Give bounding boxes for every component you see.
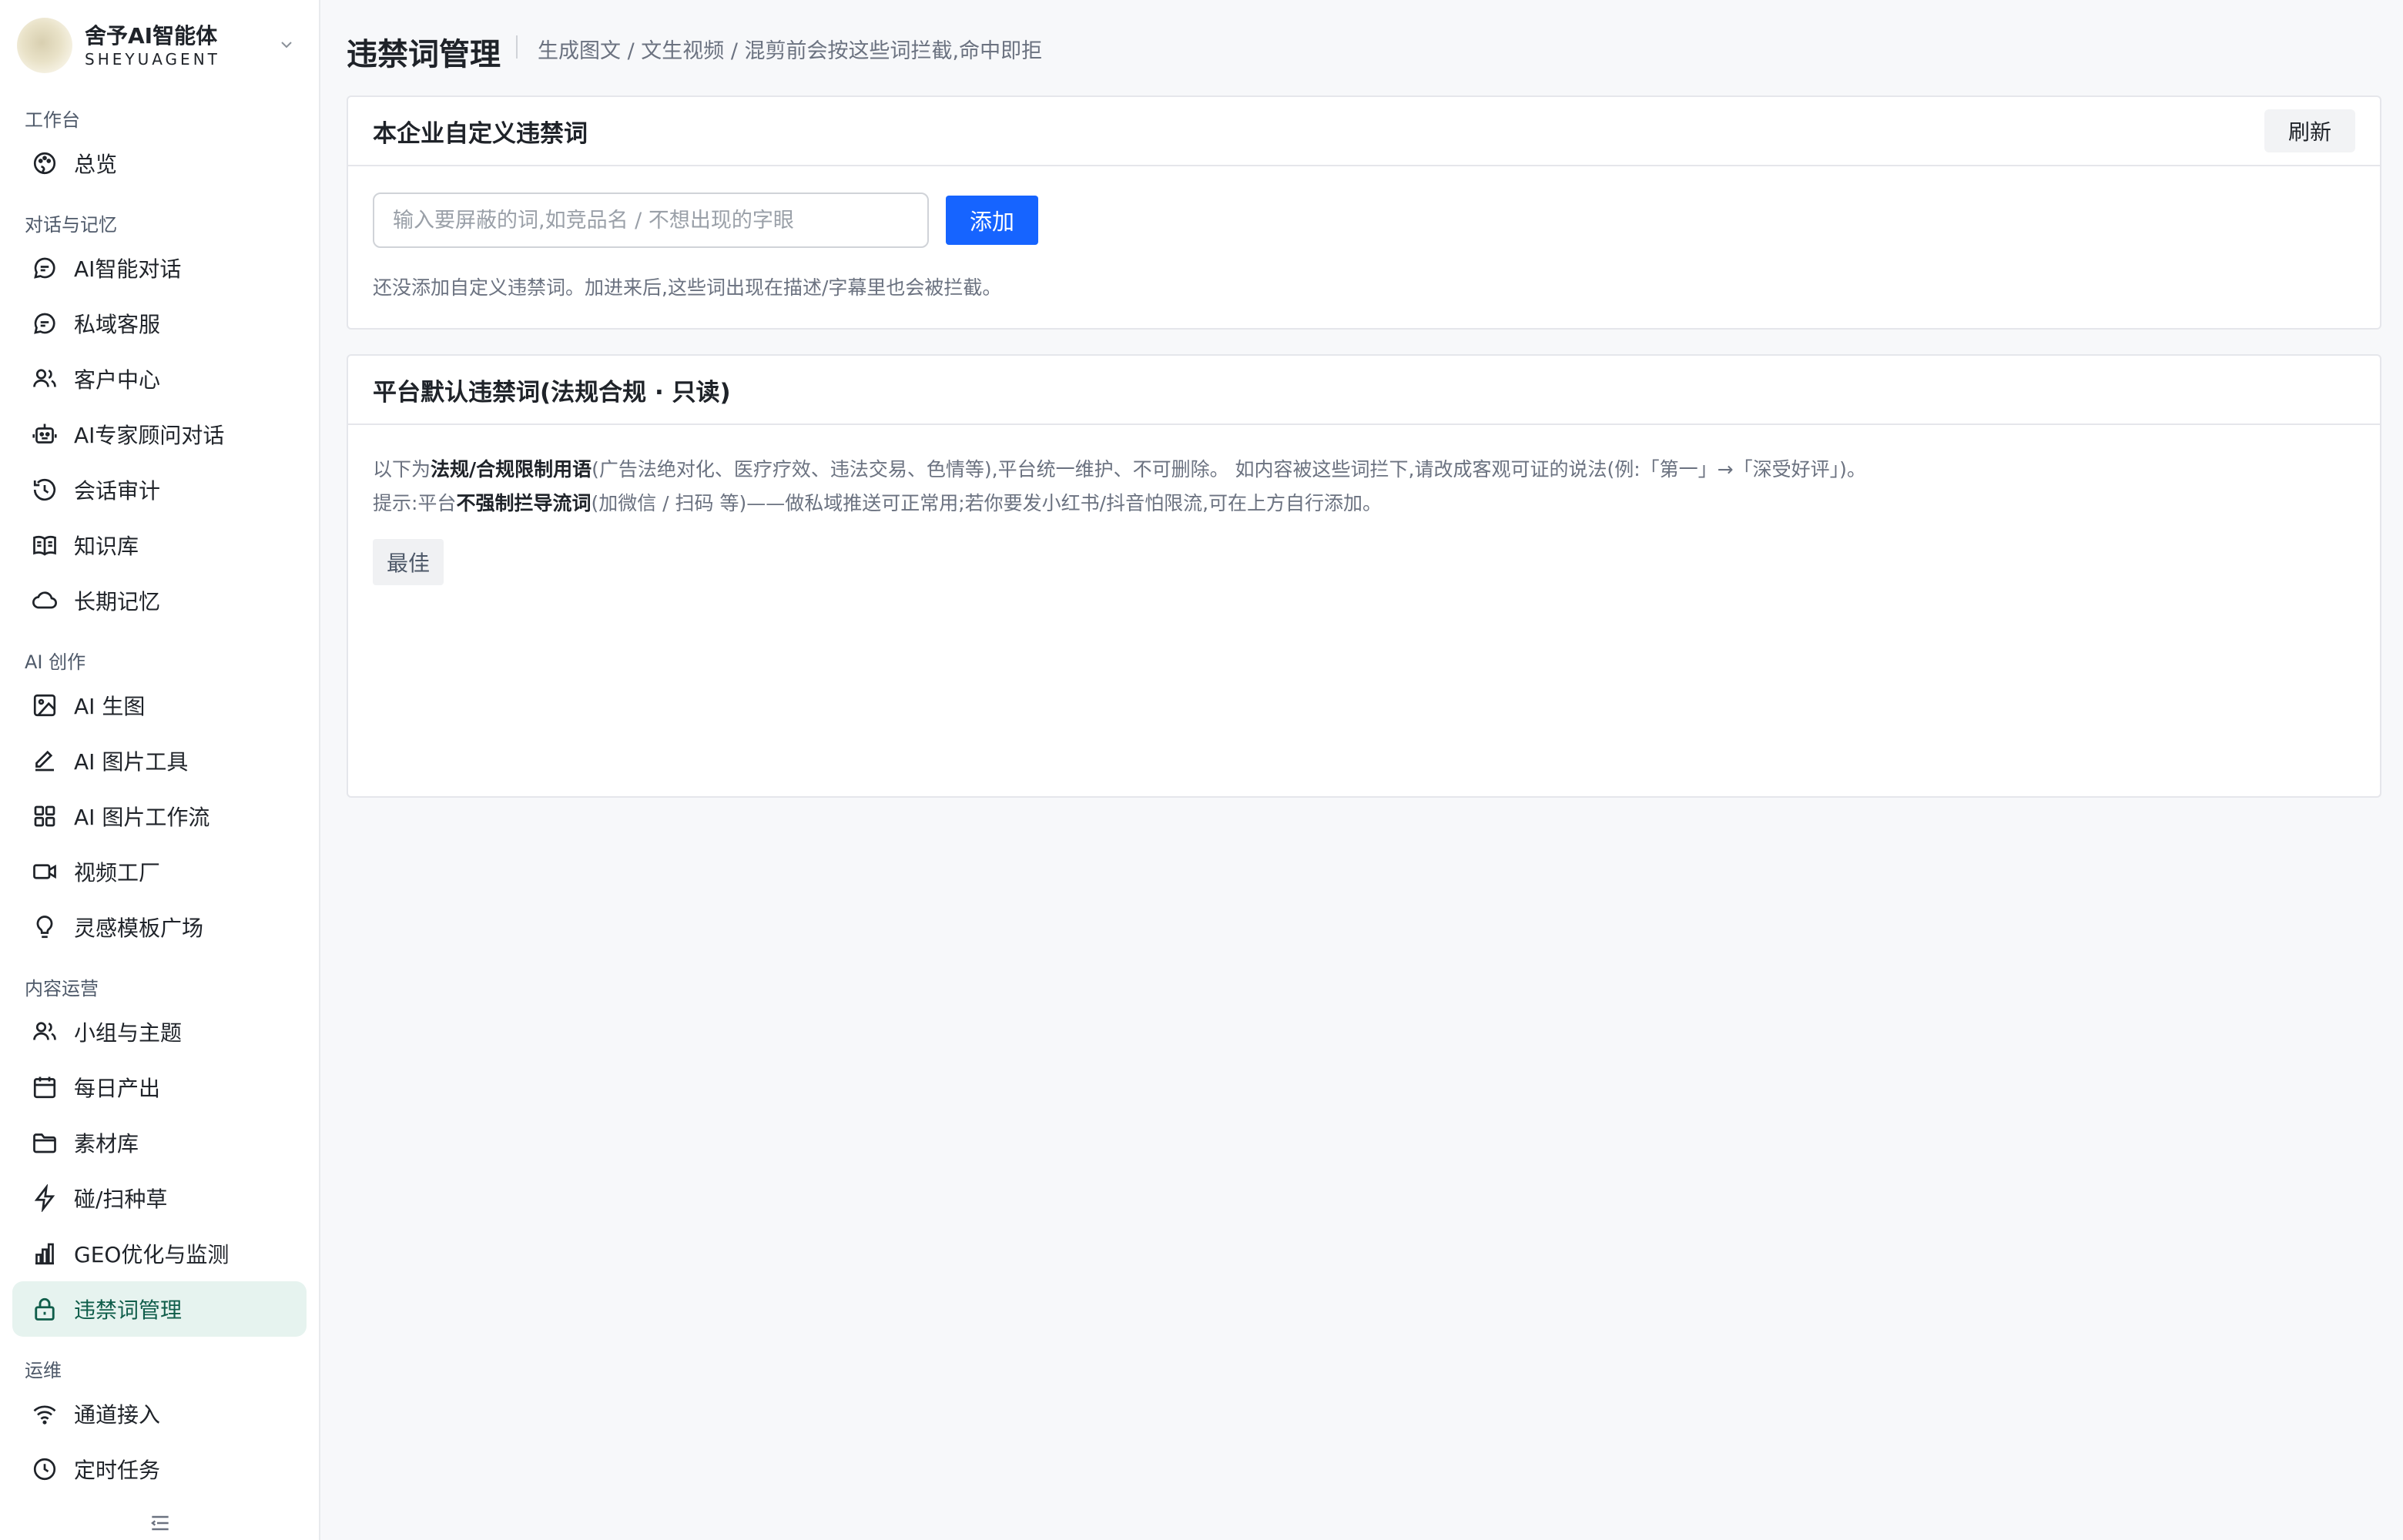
robot-icon [32, 424, 57, 444]
sidebar-item-daily-output[interactable]: 每日产出 [12, 1060, 307, 1115]
wifi-icon [33, 1405, 56, 1424]
sidebar-item-private-service[interactable]: 私域客服 [12, 296, 307, 351]
sidebar-item-label: 每日产出 [74, 1076, 161, 1101]
notice-text: 以下为 [373, 458, 431, 480]
sidebar-item-geo[interactable]: GEO优化与监测 [12, 1226, 307, 1281]
lock-icon [35, 1297, 55, 1321]
nav-group-ai: AI 创作 [25, 651, 86, 673]
brand-name: 舍予AI智能体 [85, 23, 218, 49]
nav-group-ops: 运维 [25, 1360, 62, 1381]
chevron-down-icon[interactable] [277, 35, 296, 54]
sidebar-item-inspiration[interactable]: 灵感模板广场 [12, 899, 307, 955]
notice-emphasis: 不强制拦导流词 [456, 492, 592, 514]
folder-icon [33, 1133, 56, 1153]
card-header: 本企业自定义违禁词 刷新 [348, 97, 2380, 166]
notice-text: 提示:平台 [373, 492, 457, 514]
card-header: 平台默认违禁词(法规合规 · 只读) [348, 356, 2380, 425]
card-title: 平台默认违禁词(法规合规 · 只读) [373, 378, 731, 407]
palette-icon [33, 152, 56, 175]
sidebar-item-label: 通道接入 [74, 1402, 161, 1428]
cloud-icon [32, 591, 57, 609]
sidebar-item-video-factory[interactable]: 视频工厂 [12, 844, 307, 899]
pencil-icon [35, 750, 54, 772]
platform-words-card: 平台默认违禁词(法规合规 · 只读) 以下为法规/合规限制用语(广告法绝对化、医… [347, 354, 2381, 798]
sidebar-item-overview[interactable]: 总览 [12, 136, 307, 191]
bar-chart-icon [35, 1243, 54, 1265]
notice-text: (广告法绝对化、医疗疗效、违法交易、色情等),平台统一维护、不可删除。 如内容被… [592, 458, 1866, 480]
custom-words-card: 本企业自定义违禁词 刷新 添加 还没添加自定义违禁词。加进来后,这些词出现在描述… [347, 95, 2381, 330]
sidebar-item-label: AI专家顾问对话 [74, 423, 225, 448]
sidebar-item-label: AI 图片工作流 [74, 805, 210, 830]
sidebar-item-channels[interactable]: 通道接入 [12, 1386, 307, 1441]
sidebar-item-label: AI智能对话 [74, 256, 182, 282]
default-words-list: 最佳 [373, 539, 2344, 585]
sidebar-item-label: 小组与主题 [74, 1020, 183, 1046]
sidebar-item-customer-center[interactable]: 客户中心 [12, 351, 307, 407]
users-icon [33, 1022, 56, 1040]
page-subtitle: 生成图文 / 文生视频 / 混剪前会按这些词拦截,命中即拒 [538, 39, 1043, 63]
brand-logo [17, 18, 72, 73]
sidebar-item-label: 灵感模板广场 [74, 916, 204, 941]
lightning-icon [34, 1184, 55, 1212]
video-camera-icon [33, 864, 56, 879]
sidebar-item-label: 视频工厂 [74, 860, 161, 886]
notice-emphasis: 法规/合规限制用语 [431, 458, 592, 480]
sidebar-item-ai-chat[interactable]: AI智能对话 [12, 240, 307, 296]
sidebar-item-assets[interactable]: 素材库 [12, 1115, 307, 1170]
chat-bubble-icon [34, 257, 55, 279]
clock-icon [33, 1458, 56, 1481]
brand-switcher[interactable]: 舍予AI智能体 SHEYUAGENT [17, 14, 303, 77]
calendar-icon [33, 1076, 56, 1099]
sidebar-item-expert-chat[interactable]: AI专家顾问对话 [12, 407, 307, 462]
sidebar-item-label: 定时任务 [74, 1458, 161, 1483]
rules-notice: 以下为法规/合规限制用语(广告法绝对化、医疗疗效、违法交易、色情等),平台统一维… [373, 454, 1866, 482]
sidebar-item-ai-image-flow[interactable]: AI 图片工作流 [12, 788, 307, 844]
notice-text: (加微信 / 扫码 等)——做私域推送可正常用;若你要发小红书/抖音怕限流,可在… [591, 492, 1382, 514]
nav-group-workspace: 工作台 [25, 109, 80, 131]
sidebar-item-ai-image-tools[interactable]: AI 图片工具 [12, 733, 307, 788]
sidebar-item-label: AI 图片工具 [74, 749, 189, 775]
traffic-notice: 提示:平台不强制拦导流词(加微信 / 扫码 等)——做私域推送可正常用;若你要发… [373, 488, 1382, 516]
sidebar-item-label: 违禁词管理 [74, 1297, 183, 1323]
nav-group-content: 内容运营 [25, 978, 99, 999]
lightbulb-icon [36, 916, 53, 939]
sidebar-item-ai-image[interactable]: AI 生图 [12, 678, 307, 733]
sidebar-item-groups-topics[interactable]: 小组与主题 [12, 1004, 307, 1060]
sidebar-item-seed-notes[interactable]: 碰/扫种草 [12, 1170, 307, 1226]
sidebar: 舍予AI智能体 SHEYUAGENT 工作台 总览 对话与记忆 AI智能对话 私… [0, 0, 320, 1540]
add-button[interactable]: 添加 [946, 196, 1038, 245]
chat-bubble-icon [34, 313, 55, 334]
sidebar-item-session-audit[interactable]: 会话审计 [12, 462, 307, 517]
sidebar-item-label: 长期记忆 [74, 589, 161, 614]
sidebar-item-label: 知识库 [74, 534, 139, 559]
sidebar-item-label: 会话审计 [74, 478, 161, 504]
empty-state-hint: 还没添加自定义违禁词。加进来后,这些词出现在描述/字幕里也会被拦截。 [373, 276, 1002, 299]
collapse-sidebar-icon[interactable] [148, 1511, 173, 1535]
sidebar-item-label: 客户中心 [74, 367, 161, 393]
card-title: 本企业自定义违禁词 [373, 119, 588, 148]
refresh-button[interactable]: 刷新 [2264, 109, 2355, 152]
banned-word-chip: 最佳 [373, 539, 444, 585]
sidebar-item-label: AI 生图 [74, 694, 146, 719]
sidebar-item-cron[interactable]: 定时任务 [12, 1441, 307, 1497]
sidebar-item-label: 素材库 [74, 1131, 139, 1157]
sidebar-item-label: 碰/扫种草 [74, 1187, 168, 1212]
sidebar-item-long-memory[interactable]: 长期记忆 [12, 573, 307, 628]
grid-icon [34, 805, 55, 827]
brand-subtitle: SHEYUAGENT [85, 50, 220, 69]
main-content: 违禁词管理 生成图文 / 文生视频 / 混剪前会按这些词拦截,命中即拒 本企业自… [320, 0, 2403, 1540]
image-icon [33, 694, 56, 717]
sidebar-item-label: 总览 [74, 152, 118, 177]
history-icon [33, 478, 56, 501]
nav-group-chat: 对话与记忆 [25, 214, 117, 236]
sidebar-item-knowledge-base[interactable]: 知识库 [12, 517, 307, 573]
title-divider [516, 35, 518, 59]
sidebar-item-label: GEO优化与监测 [74, 1242, 230, 1267]
sidebar-item-banned-words[interactable]: 违禁词管理 [12, 1281, 307, 1337]
page-title: 违禁词管理 [347, 37, 501, 72]
sidebar-item-label: 私域客服 [74, 312, 161, 337]
users-icon [33, 369, 56, 387]
book-icon [33, 535, 56, 556]
banned-word-input[interactable] [373, 192, 929, 248]
